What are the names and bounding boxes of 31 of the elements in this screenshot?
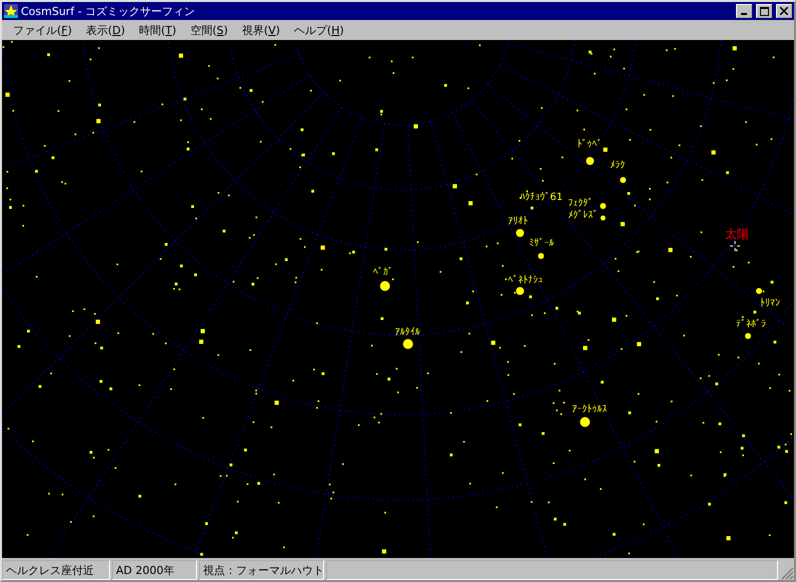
status-panel: AD 2000年 <box>112 560 197 580</box>
star-label: ｱｰｸﾄｩﾙｽ <box>572 404 607 415</box>
star-label: ﾍﾞﾈﾄﾅｼｭ <box>508 275 543 286</box>
close-button[interactable] <box>776 4 792 18</box>
star-label: ｱﾙﾀｲﾙ <box>395 327 420 338</box>
menu-item[interactable]: 時間(T) <box>132 22 184 38</box>
star-label: ﾍﾞｶﾞ <box>373 267 393 278</box>
status-panel: 視点：フォーマルハウト <box>199 560 324 580</box>
menu-item[interactable]: 視界(V) <box>234 22 288 38</box>
maximize-button[interactable] <box>756 4 772 18</box>
sun-label: 太陽 <box>725 227 749 241</box>
minimize-button[interactable] <box>736 4 752 18</box>
star-label: ﾒｸﾞﾚｽﾞ <box>568 210 598 221</box>
star-label: ﾌｪｸﾀﾞ <box>568 198 593 209</box>
menu-item[interactable]: 表示(D) <box>78 22 132 38</box>
menu-item[interactable]: ファイル(F) <box>6 22 79 38</box>
app-icon <box>4 4 18 18</box>
star-label: ﾃﾞﾈﾎﾞﾗ <box>736 319 766 330</box>
maximize-icon <box>760 6 768 16</box>
star-label: ﾐｻﾞｰﾙ <box>529 238 554 249</box>
crosshair-icon <box>730 240 740 252</box>
close-icon <box>780 7 788 15</box>
star-label: ﾒﾗｸ <box>610 160 625 171</box>
star-label: ﾄﾘﾏﾝ <box>760 298 780 309</box>
resize-grip-icon[interactable] <box>780 566 794 580</box>
menu-item[interactable]: 空間(S) <box>183 22 235 38</box>
star-label: ﾄﾞｩﾍﾞ <box>577 139 602 150</box>
menu-item[interactable]: ヘルプ(H) <box>287 22 351 38</box>
star-label: ｱﾘｵﾄ <box>508 216 528 227</box>
window-title: CosmSurf - コズミックサーフィン <box>21 4 196 18</box>
status-panel: ヘルクレス座付近 <box>2 560 110 580</box>
